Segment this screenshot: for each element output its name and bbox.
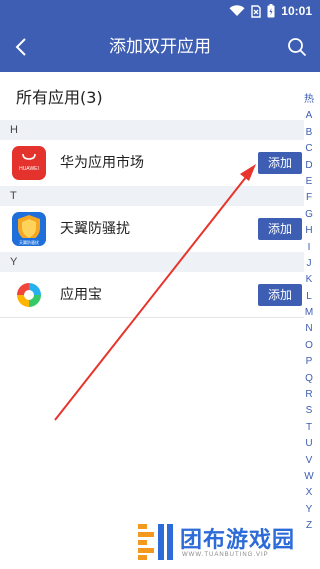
yingyongbao-icon <box>12 278 46 312</box>
index-f[interactable]: F <box>300 190 318 206</box>
index-y[interactable]: Y <box>300 502 318 518</box>
index-x[interactable]: X <box>300 485 318 501</box>
index-v[interactable]: V <box>300 453 318 469</box>
index-j[interactable]: J <box>300 256 318 272</box>
index-c[interactable]: C <box>300 141 318 157</box>
index-n[interactable]: N <box>300 321 318 337</box>
status-icons: 10:01 <box>229 3 312 19</box>
index-i[interactable]: I <box>300 240 318 256</box>
index-s[interactable]: S <box>300 403 318 419</box>
all-apps-heading: 所有应用(3) <box>16 88 103 107</box>
no-sim-icon <box>251 4 261 18</box>
app-bar: 添加双开应用 <box>0 22 320 72</box>
index-hot[interactable]: 热 <box>300 92 318 108</box>
watermark: 团布游戏园 WWW.TUANBUTING.VIP <box>138 520 318 566</box>
index-u[interactable]: U <box>300 436 318 452</box>
watermark-logo-icon <box>138 524 173 560</box>
chevron-left-icon <box>15 38 26 56</box>
page-title: 添加双开应用 <box>109 37 211 57</box>
search-icon <box>288 38 307 57</box>
index-b[interactable]: B <box>300 125 318 141</box>
index-g[interactable]: G <box>300 207 318 223</box>
watermark-url: WWW.TUANBUTING.VIP <box>182 552 269 558</box>
index-q[interactable]: Q <box>300 371 318 387</box>
group-header-t: T <box>0 186 304 206</box>
status-bar: 10:01 <box>0 0 320 22</box>
index-l[interactable]: L <box>300 289 318 305</box>
app-name: 应用宝 <box>60 287 102 303</box>
index-e[interactable]: E <box>300 174 318 190</box>
app-name: 天翼防骚扰 <box>60 221 130 237</box>
row-divider <box>0 317 304 318</box>
tianyi-icon-text: 天翼防骚扰 <box>19 239 39 245</box>
index-d[interactable]: D <box>300 158 318 174</box>
add-button-huawei-appgallery[interactable]: 添加 <box>258 152 302 174</box>
app-row-tianyi-anti-harassment: 天翼防骚扰 天翼防骚扰 添加 <box>0 206 304 252</box>
index-h[interactable]: H <box>300 223 318 239</box>
alphabet-index-bar[interactable]: 热 A B C D E F G H I J K L M N O P Q R S … <box>300 92 318 535</box>
watermark-title: 团布游戏园 <box>180 528 296 553</box>
huawei-icon-text: HUAWEI <box>19 166 39 172</box>
add-button-tianyi-anti-harassment[interactable]: 添加 <box>258 218 302 240</box>
search-button[interactable] <box>282 32 312 62</box>
group-header-y: Y <box>0 252 304 272</box>
index-t[interactable]: T <box>300 420 318 436</box>
app-row-huawei-appgallery: HUAWEI 华为应用市场 添加 <box>0 140 304 186</box>
add-button-yingyongbao[interactable]: 添加 <box>258 284 302 306</box>
index-r[interactable]: R <box>300 387 318 403</box>
huawei-appgallery-icon: HUAWEI <box>12 146 46 180</box>
app-row-yingyongbao: 应用宝 添加 <box>0 272 304 318</box>
index-p[interactable]: P <box>300 354 318 370</box>
index-m[interactable]: M <box>300 305 318 321</box>
back-button[interactable] <box>6 32 36 62</box>
tianyi-anti-harassment-icon: 天翼防骚扰 <box>12 212 46 246</box>
status-time: 10:01 <box>281 4 312 18</box>
index-w[interactable]: W <box>300 469 318 485</box>
wifi-icon <box>229 5 245 16</box>
group-header-h: H <box>0 120 304 140</box>
app-name: 华为应用市场 <box>60 155 144 171</box>
index-o[interactable]: O <box>300 338 318 354</box>
index-a[interactable]: A <box>300 108 318 124</box>
battery-icon <box>267 4 275 18</box>
index-k[interactable]: K <box>300 272 318 288</box>
